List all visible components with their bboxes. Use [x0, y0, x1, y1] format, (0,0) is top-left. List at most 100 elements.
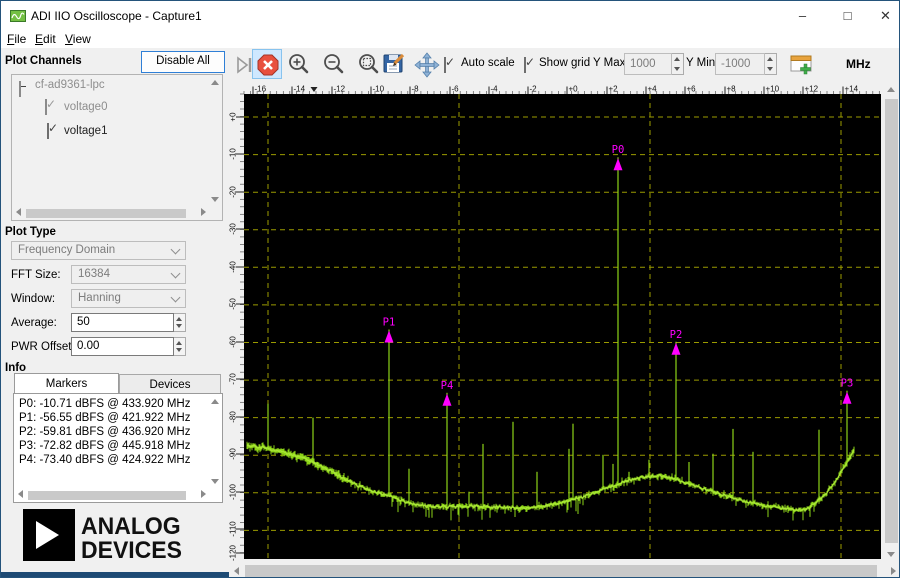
plot-vscrollbar[interactable] [883, 83, 899, 561]
svg-text:-14: -14 [294, 85, 306, 94]
show-grid-checkbox[interactable] [524, 57, 526, 73]
menubar: File Edit View [1, 31, 899, 48]
tree-hscroll-thumb[interactable] [26, 209, 186, 218]
marker-row[interactable]: P1: -56.55 dBFS @ 421.922 MHz [19, 412, 190, 426]
scroll-down-icon[interactable] [887, 552, 895, 557]
svg-text:-6: -6 [452, 85, 460, 94]
zoom-out-icon[interactable] [321, 52, 347, 81]
close-button[interactable]: ✕ [870, 1, 899, 31]
plot-type-label: Plot Type [5, 226, 56, 238]
chevron-down-icon [170, 292, 181, 303]
auto-scale-label: Auto scale [461, 57, 515, 69]
markers-scroll-right-icon[interactable] [201, 490, 206, 498]
pwr-offset-input[interactable]: 0.00 [71, 337, 174, 356]
svg-text:+0: +0 [229, 112, 238, 122]
plot-hscrollbar[interactable] [229, 563, 899, 577]
y-min-label: Y Min: [686, 57, 719, 69]
voltage1-label[interactable]: voltage1 [64, 125, 107, 137]
svg-text:-4: -4 [491, 85, 499, 94]
scroll-up-icon[interactable] [887, 87, 895, 92]
markers-hscroll-thumb[interactable] [28, 491, 186, 500]
svg-text:+12: +12 [805, 85, 819, 94]
left-panel: Plot Channels Disable All cf-ad9361-lpc … [1, 48, 229, 572]
markers-scroll-down-icon[interactable] [211, 479, 219, 484]
svg-text:-2: -2 [530, 85, 538, 94]
zoom-fit-icon[interactable] [356, 52, 382, 81]
hscroll-thumb[interactable] [245, 565, 877, 577]
svg-text:P4: P4 [441, 380, 454, 392]
svg-text:-30: -30 [229, 223, 238, 235]
y-min-input[interactable]: -1000 [715, 53, 765, 75]
minimize-button[interactable]: – [780, 1, 825, 31]
svg-text:-100: -100 [229, 483, 238, 500]
logo-text-devices: DEVICES [81, 536, 182, 564]
svg-text:+2: +2 [609, 85, 619, 94]
svg-text:-20: -20 [229, 186, 238, 198]
svg-text:-110: -110 [229, 521, 238, 537]
svg-text:-10: -10 [373, 85, 385, 94]
app-window: ADI IIO Oscilloscope - Capture1 – □ ✕ Fi… [0, 0, 900, 578]
tree-device-label[interactable]: cf-ad9361-lpc [35, 79, 105, 91]
svg-text:-120: -120 [229, 544, 238, 561]
tree-expander[interactable] [19, 81, 21, 97]
scroll-left-icon[interactable] [234, 567, 239, 575]
window-title: ADI IIO Oscilloscope - Capture1 [31, 9, 202, 23]
svg-text:+4: +4 [648, 85, 658, 94]
markers-scroll-up-icon[interactable] [211, 399, 219, 404]
y-max-spinner[interactable] [672, 53, 684, 75]
markers-scroll-left-icon[interactable] [18, 490, 23, 498]
svg-text:-70: -70 [229, 373, 238, 385]
menu-file[interactable]: File [7, 32, 26, 46]
marker-row[interactable]: P2: -59.81 dBFS @ 436.920 MHz [19, 426, 190, 440]
menu-view[interactable]: View [65, 32, 91, 46]
svg-text:P1: P1 [383, 317, 396, 329]
stop-capture-button[interactable] [252, 49, 282, 79]
svg-text:-80: -80 [229, 411, 238, 423]
save-icon[interactable] [381, 51, 407, 80]
new-plot-icon[interactable] [788, 51, 816, 82]
voltage1-checkbox[interactable] [47, 123, 49, 139]
tab-devices[interactable]: Devices [119, 374, 221, 394]
average-label: Average: [11, 317, 57, 329]
tree-scroll-down-icon[interactable] [211, 197, 219, 202]
pwr-offset-label: PWR Offset: [11, 341, 75, 353]
marker-row[interactable]: P4: -73.40 dBFS @ 424.922 MHz [19, 454, 190, 468]
plot-toolbar: Auto scale Show grid Y Max: 1000 Y Min: … [229, 48, 899, 83]
pan-move-icon[interactable] [413, 51, 441, 82]
chevron-down-icon [170, 268, 181, 279]
y-max-input[interactable]: 1000 [624, 53, 672, 75]
menu-edit[interactable]: Edit [35, 32, 56, 46]
svg-text:-16: -16 [255, 85, 267, 94]
fft-size-combo[interactable]: 16384 [71, 265, 186, 284]
show-grid-label: Show grid [539, 57, 591, 69]
average-input[interactable]: 50 [71, 313, 174, 332]
voltage0-label[interactable]: voltage0 [64, 101, 107, 113]
svg-text:+8: +8 [727, 85, 737, 94]
average-spinner[interactable] [174, 313, 186, 332]
window-combo[interactable]: Hanning [71, 289, 186, 308]
y-min-spinner[interactable] [765, 53, 777, 75]
chevron-down-icon [170, 244, 181, 255]
maximize-button[interactable]: □ [825, 1, 870, 31]
tab-markers[interactable]: Markers [14, 373, 119, 394]
tree-scroll-up-icon[interactable] [211, 80, 219, 85]
svg-text:-40: -40 [229, 261, 238, 273]
svg-text:-12: -12 [334, 85, 346, 94]
tree-scroll-left-icon[interactable] [16, 208, 21, 216]
voltage0-checkbox[interactable] [45, 99, 47, 115]
pwr-offset-spinner[interactable] [174, 337, 186, 356]
marker-row[interactable]: P0: -10.71 dBFS @ 433.920 MHz [19, 398, 190, 412]
scroll-right-icon[interactable] [891, 567, 896, 575]
marker-row[interactable]: P3: -72.82 dBFS @ 445.918 MHz [19, 440, 190, 454]
svg-text:-90: -90 [229, 448, 238, 460]
svg-text:P0: P0 [612, 144, 625, 156]
tree-scroll-right-icon[interactable] [201, 208, 206, 216]
zoom-in-icon[interactable] [286, 52, 312, 81]
plot-canvas[interactable]: -16 -14 -12 -10 -8 -6 -4 -2 +0 +2 +4 +6 +8 +10 +12 +14 +… [229, 83, 898, 566]
plot-region: -16 -14 -12 -10 -8 -6 -4 -2 +0 +2 +4 +6 +8 +10 +12 +14 +… [229, 83, 899, 577]
disable-all-button[interactable]: Disable All [141, 51, 225, 73]
adi-logo-icon [23, 509, 75, 561]
plot-type-combo[interactable]: Frequency Domain [11, 241, 186, 260]
vscroll-thumb[interactable] [885, 99, 898, 543]
auto-scale-checkbox[interactable] [444, 57, 446, 73]
